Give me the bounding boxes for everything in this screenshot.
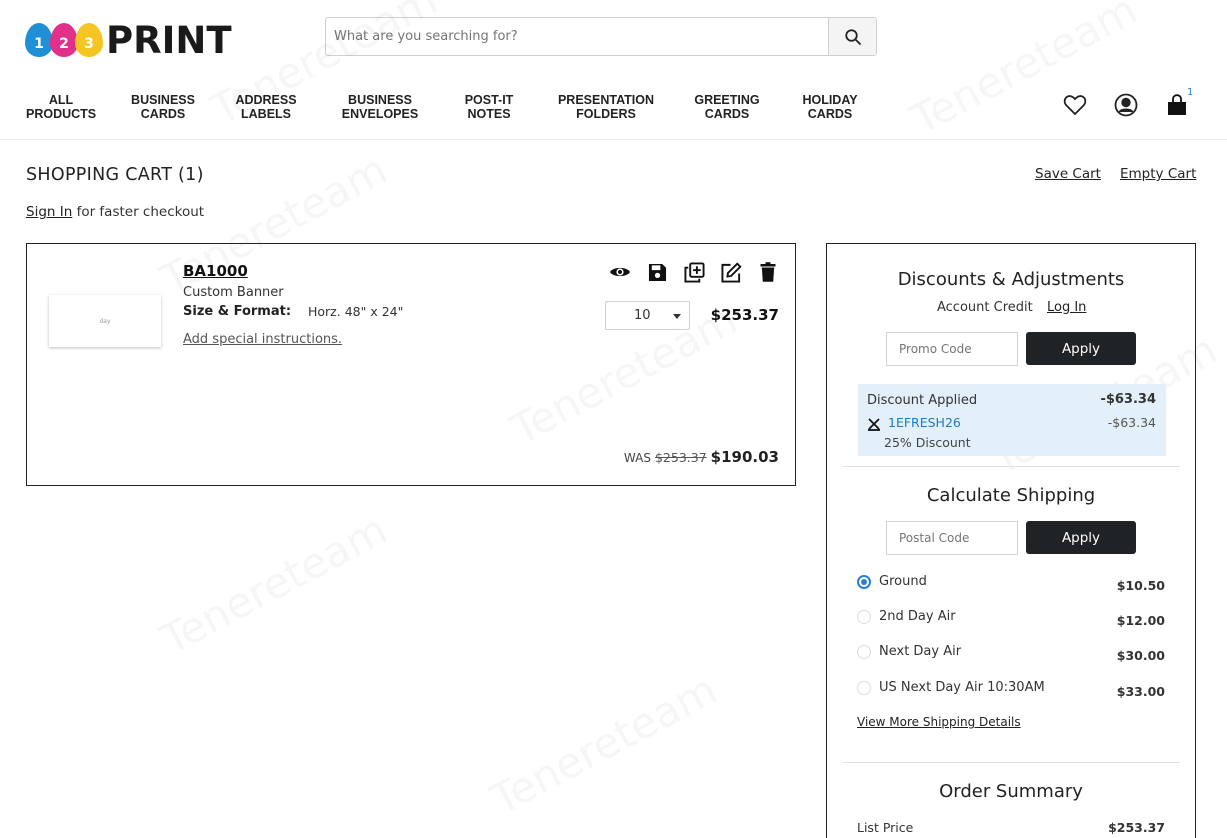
shipping-option-us-next-day-air-1030am[interactable]: US Next Day Air 10:30AM $33.00 <box>857 678 1165 699</box>
save-item-button[interactable] <box>645 260 669 284</box>
shipping-option-price: $30.00 <box>1116 648 1165 663</box>
shipping-option-price: $10.50 <box>1116 578 1165 593</box>
cart-item: day BA1000 Custom Banner Size & Format: … <box>26 243 796 486</box>
was-price: $253.37 <box>654 450 707 465</box>
special-instructions-link[interactable]: Add special instructions. <box>183 332 342 347</box>
logo-drop-3: 3 <box>75 23 103 57</box>
logo-wordmark: PRINT <box>106 18 232 62</box>
logo-drop-2: 2 <box>50 23 78 57</box>
list-price-value: $253.37 <box>1108 820 1165 835</box>
size-format-label: Size & Format: <box>183 304 292 319</box>
item-price: $253.37 <box>710 306 779 324</box>
promo-code-description: 25% Discount <box>884 435 971 450</box>
view-shipping-details-link[interactable]: View More Shipping Details <box>857 715 1021 729</box>
duplicate-icon <box>683 261 705 283</box>
apply-promo-button[interactable]: Apply <box>1026 332 1136 365</box>
search-icon <box>844 28 861 45</box>
heart-icon <box>1063 95 1087 116</box>
sign-in-link[interactable]: Sign In <box>26 204 72 220</box>
chevron-down-icon <box>673 314 681 319</box>
shipping-option-name: Ground <box>879 574 927 589</box>
nav-address-labels[interactable]: ADDRESS LABELS <box>231 93 301 121</box>
remove-discount-icon[interactable] <box>867 417 881 431</box>
discount-total: -$63.34 <box>1100 392 1156 407</box>
shipping-option-name: 2nd Day Air <box>879 609 956 624</box>
account-credit-label: Account Credit <box>937 300 1033 315</box>
discount-applied-box: Discount Applied -$63.34 1EFRESH26 -$63.… <box>858 384 1166 456</box>
order-summary-heading: Order Summary <box>939 781 1083 802</box>
search-input[interactable] <box>326 18 828 55</box>
divider <box>843 466 1180 467</box>
duplicate-button[interactable] <box>682 260 706 284</box>
main-nav: ALL PRODUCTS BUSINESS CARDS ADDRESS LABELS … <box>0 93 1227 123</box>
quantity-value: 10 <box>634 308 651 323</box>
delete-button[interactable] <box>756 260 780 284</box>
shipping-option-price: $12.00 <box>1116 613 1165 628</box>
shipping-heading: Calculate Shipping <box>926 485 1096 506</box>
signin-prompt: Sign In for faster checkout <box>26 204 204 220</box>
promo-code-amount: -$63.34 <box>1107 415 1156 430</box>
postal-code-input[interactable] <box>886 521 1018 555</box>
product-sku-link[interactable]: BA1000 <box>183 262 248 280</box>
edit-button[interactable] <box>719 260 743 284</box>
discounted-price: $190.03 <box>710 448 779 466</box>
list-price-row: List Price $253.37 <box>857 820 1165 835</box>
wishlist-button[interactable] <box>1062 92 1088 118</box>
shopping-bag-icon <box>1168 94 1186 115</box>
nav-greeting-cards[interactable]: GREETING CARDS <box>691 93 763 121</box>
save-icon <box>648 263 666 281</box>
account-button[interactable] <box>1113 92 1139 118</box>
nav-all-products[interactable]: ALL PRODUCTS <box>26 93 96 121</box>
was-label: WAS <box>623 451 651 465</box>
checkout-panel: Discounts & Adjustments Account Credit L… <box>826 243 1196 838</box>
apply-postal-button[interactable]: Apply <box>1026 521 1136 554</box>
search-bar <box>325 17 877 56</box>
user-icon <box>1114 93 1138 117</box>
edit-icon <box>720 261 742 283</box>
log-in-link[interactable]: Log In <box>1047 300 1086 315</box>
shipping-option-next-day-air[interactable]: Next Day Air $30.00 <box>857 642 1165 663</box>
search-button[interactable] <box>828 18 876 55</box>
size-format-value: Horz. 48" x 24" <box>308 304 404 319</box>
cart-count-badge: 1 <box>1187 87 1194 98</box>
shipping-option-name: Next Day Air <box>879 644 962 659</box>
signin-prompt-text: for faster checkout <box>72 204 205 220</box>
thumbnail-text: day <box>99 317 111 325</box>
item-actions <box>608 260 780 284</box>
quantity-select[interactable]: 10 <box>605 301 690 330</box>
radio-selected[interactable] <box>857 575 871 589</box>
promo-code-input[interactable] <box>886 332 1018 366</box>
nav-post-it-notes[interactable]: POST-IT NOTES <box>457 93 521 121</box>
eye-icon <box>610 267 630 277</box>
site-logo[interactable]: 1 2 3 PRINT <box>25 17 232 63</box>
list-price-label: List Price <box>857 820 914 835</box>
shipping-option-price: $33.00 <box>1116 684 1165 699</box>
save-cart-link[interactable]: Save Cart <box>1035 166 1101 182</box>
shipping-option-2nd-day-air[interactable]: 2nd Day Air $12.00 <box>857 607 1165 628</box>
nav-presentation-folders[interactable]: PRESENTATION FOLDERS <box>553 93 659 121</box>
empty-cart-link[interactable]: Empty Cart <box>1120 166 1196 182</box>
discount-applied-label: Discount Applied <box>867 393 978 408</box>
logo-drop-1: 1 <box>25 23 53 57</box>
price-comparison: WAS $253.37 $190.03 <box>624 448 779 466</box>
shipping-option-name: US Next Day Air 10:30AM <box>879 680 1045 695</box>
product-name: Custom Banner <box>183 285 284 300</box>
radio-unselected[interactable] <box>857 681 871 695</box>
nav-business-envelopes[interactable]: BUSINESS ENVELOPES <box>340 93 420 121</box>
watermark: Tenereteam <box>153 505 395 665</box>
radio-unselected[interactable] <box>857 610 871 624</box>
nav-holiday-cards[interactable]: HOLIDAY CARDS <box>798 93 862 121</box>
product-thumbnail[interactable]: day <box>49 295 161 347</box>
divider <box>843 762 1180 763</box>
header-divider <box>0 139 1227 140</box>
radio-unselected[interactable] <box>857 645 871 659</box>
shipping-option-ground[interactable]: Ground $10.50 <box>857 572 1165 593</box>
trash-icon <box>760 262 776 282</box>
discounts-heading: Discounts & Adjustments <box>897 269 1125 290</box>
nav-business-cards[interactable]: BUSINESS CARDS <box>127 93 199 121</box>
watermark: Tenereteam <box>483 665 725 825</box>
preview-button[interactable] <box>608 260 632 284</box>
page-title: SHOPPING CART (1) <box>26 165 204 185</box>
promo-code-tag[interactable]: 1EFRESH26 <box>888 415 961 430</box>
